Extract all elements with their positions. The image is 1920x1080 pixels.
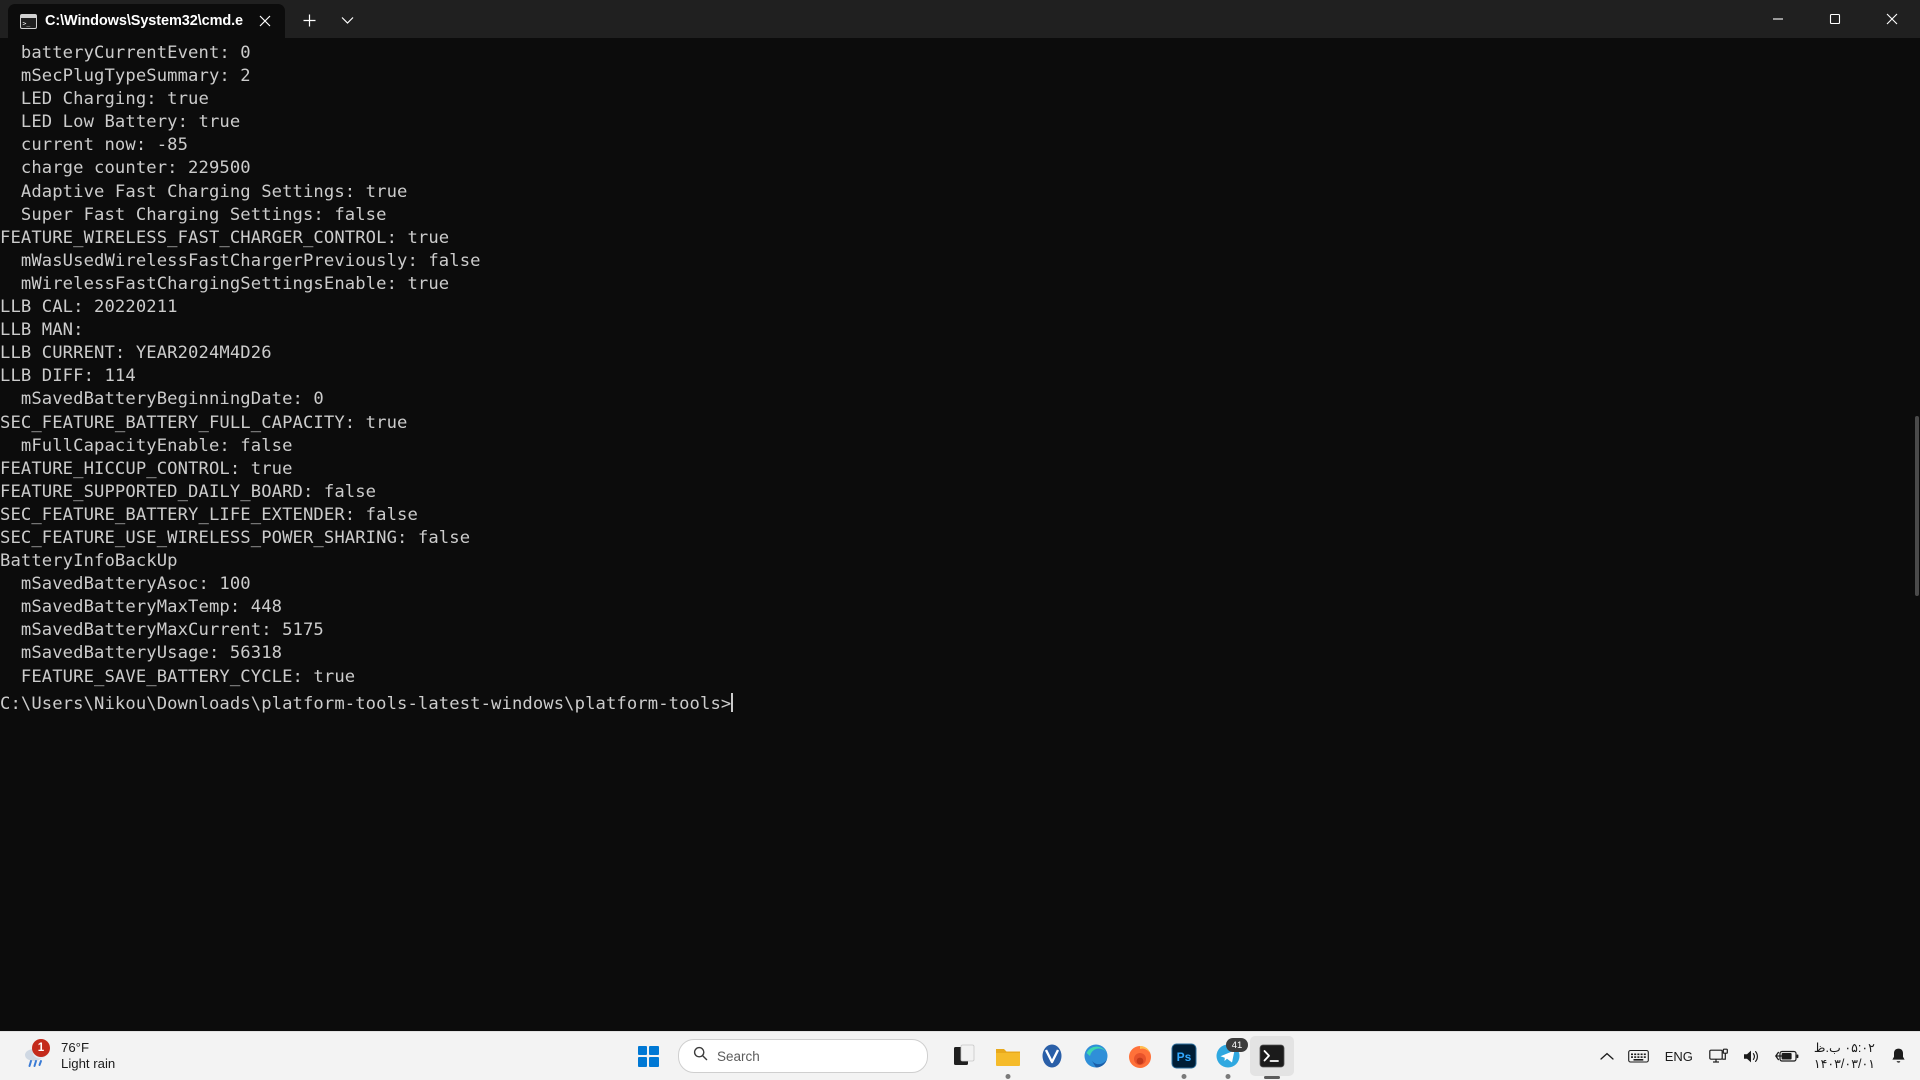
keyboard-icon <box>1628 1048 1649 1064</box>
weather-condition: Light rain <box>61 1056 115 1072</box>
weather-notification-badge: 1 <box>32 1039 50 1057</box>
weather-text: 76°F Light rain <box>61 1040 115 1072</box>
weather-icon-wrap: 1 <box>22 1041 52 1071</box>
svg-text:Ps: Ps <box>1177 1050 1192 1064</box>
terminal-output: batteryCurrentEvent: 0 mSecPlugTypeSumma… <box>0 38 1920 689</box>
battery-charging-button[interactable] <box>1768 1036 1806 1076</box>
network-icon <box>1709 1048 1728 1065</box>
running-indicator <box>1182 1074 1187 1079</box>
terminal-scrollbar[interactable] <box>1914 38 1920 1032</box>
folder-icon <box>994 1043 1022 1069</box>
scrollbar-thumb[interactable] <box>1915 416 1919 596</box>
taskbar-item-file-explorer[interactable] <box>986 1036 1030 1076</box>
task-view-icon <box>951 1043 977 1069</box>
terminal-body[interactable]: batteryCurrentEvent: 0 mSecPlugTypeSumma… <box>0 38 1920 1032</box>
terminal-tab[interactable]: >_ C:\Windows\System32\cmd.e <box>8 4 285 38</box>
weather-widget[interactable]: 1 76°F Light rain <box>14 1032 123 1080</box>
weather-temperature: 76°F <box>61 1040 115 1056</box>
taskbar-item-firefox[interactable] <box>1118 1036 1162 1076</box>
firefox-icon <box>1127 1043 1153 1069</box>
taskbar-item-terminal[interactable] <box>1250 1036 1294 1076</box>
running-indicator <box>1226 1074 1231 1079</box>
new-tab-button[interactable] <box>291 3 327 37</box>
maximize-button[interactable] <box>1806 0 1863 38</box>
cmd-icon: >_ <box>20 14 37 29</box>
close-tab-icon[interactable] <box>251 8 279 34</box>
taskbar-item-photoshop[interactable]: Ps <box>1162 1036 1206 1076</box>
telegram-unread-badge: 41 <box>1226 1038 1248 1052</box>
terminal-prompt-line: C:\Users\Nikou\Downloads\platform-tools-… <box>0 689 1920 716</box>
battery-charging-icon <box>1775 1048 1799 1064</box>
text-cursor <box>731 693 733 712</box>
window-controls <box>1749 0 1920 38</box>
network-button[interactable] <box>1702 1036 1735 1076</box>
clock-time: ۰۵:۰۲ ب.ظ <box>1814 1040 1875 1056</box>
svg-text:>_: >_ <box>23 19 31 27</box>
speaker-icon <box>1742 1048 1761 1065</box>
touch-keyboard-button[interactable] <box>1621 1036 1656 1076</box>
active-indicator <box>1264 1076 1280 1080</box>
search-icon <box>693 1046 708 1066</box>
search-placeholder: Search <box>717 1049 760 1064</box>
system-tray: ENG <box>1593 1032 1920 1080</box>
chevron-up-icon <box>1600 1052 1614 1061</box>
terminal-icon <box>1259 1044 1285 1068</box>
language-indicator[interactable]: ENG <box>1656 1036 1702 1076</box>
clock-date: ۱۴۰۳/۰۳/۰۱ <box>1814 1056 1875 1072</box>
volume-button[interactable] <box>1735 1036 1768 1076</box>
search-input[interactable]: Search <box>678 1039 928 1073</box>
chevron-down-icon[interactable] <box>329 3 365 37</box>
tab-strip: >_ C:\Windows\System32\cmd.e <box>0 0 365 38</box>
taskbar-item-telegram[interactable]: 41 <box>1206 1036 1250 1076</box>
taskbar: 1 76°F Light rain <box>0 1031 1920 1080</box>
start-button[interactable] <box>626 1036 670 1076</box>
taskbar-item-task-view[interactable] <box>942 1036 986 1076</box>
close-window-button[interactable] <box>1863 0 1920 38</box>
edge-icon <box>1083 1043 1109 1069</box>
show-hidden-icons-button[interactable] <box>1593 1036 1621 1076</box>
minimize-button[interactable] <box>1749 0 1806 38</box>
command-prompt-path: C:\Users\Nikou\Downloads\platform-tools-… <box>0 694 731 714</box>
clock-button[interactable]: ۰۵:۰۲ ب.ظ ۱۴۰۳/۰۳/۰۱ <box>1806 1040 1883 1072</box>
v2ray-icon <box>1039 1043 1065 1069</box>
window-titlebar: >_ C:\Windows\System32\cmd.e <box>0 0 1920 38</box>
desktop-root: >_ C:\Windows\System32\cmd.e <box>0 0 1920 1080</box>
notifications-button[interactable] <box>1883 1036 1914 1076</box>
tab-title: C:\Windows\System32\cmd.e <box>45 13 243 29</box>
taskbar-item-microsoft-edge[interactable] <box>1074 1036 1118 1076</box>
taskbar-app-list: Ps 41 <box>942 1036 1294 1076</box>
running-indicator <box>1006 1074 1011 1079</box>
windows-logo-icon <box>638 1046 659 1067</box>
taskbar-item-v2ray[interactable] <box>1030 1036 1074 1076</box>
photoshop-icon: Ps <box>1171 1043 1197 1069</box>
bell-icon <box>1890 1047 1907 1065</box>
